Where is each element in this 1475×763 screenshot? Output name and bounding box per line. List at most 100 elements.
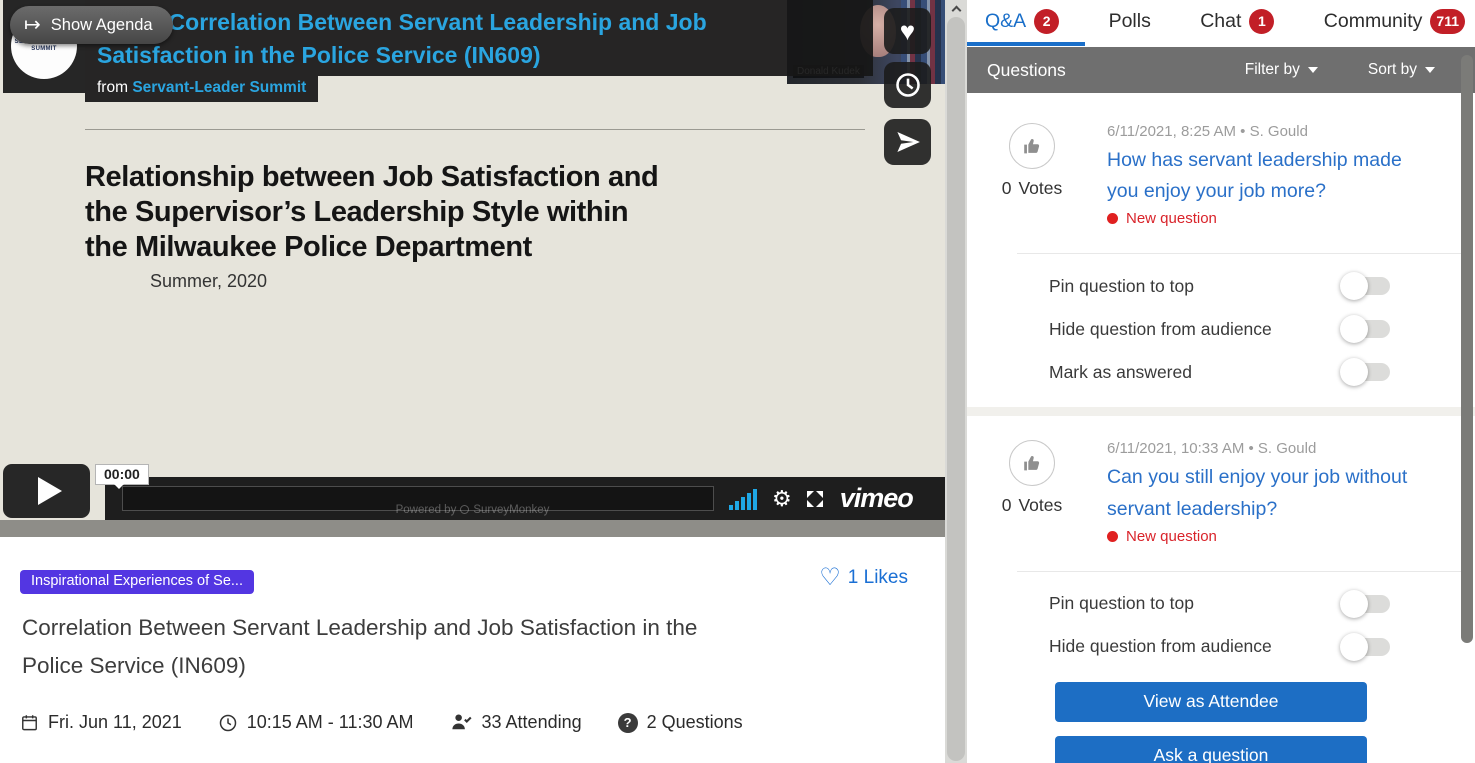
surveymonkey-icon bbox=[460, 505, 469, 514]
session-time: 10:15 AM - 11:30 AM bbox=[218, 712, 414, 733]
player-bottom-strip bbox=[0, 520, 945, 537]
pin-question-row: Pin question to top bbox=[1049, 275, 1394, 297]
pin-question-toggle[interactable] bbox=[1344, 595, 1390, 613]
mark-answered-toggle[interactable] bbox=[1344, 363, 1390, 381]
share-button[interactable] bbox=[884, 119, 931, 165]
toggle-knob bbox=[1340, 315, 1368, 343]
ask-a-question-button[interactable]: Ask a question bbox=[1055, 736, 1367, 763]
sort-by-label: Sort by bbox=[1368, 61, 1417, 79]
filter-by-label: Filter by bbox=[1245, 61, 1300, 79]
upvote-button[interactable] bbox=[1009, 123, 1055, 169]
like-video-button[interactable]: ♥ bbox=[884, 8, 931, 54]
toggle-knob bbox=[1340, 590, 1368, 618]
tab-chat-label: Chat bbox=[1200, 10, 1241, 33]
panel-tabs: Q&A 2 Polls Chat 1 Community 711 bbox=[967, 0, 1475, 42]
video-title-bar: ISLS - Correlation Between Servant Leade… bbox=[85, 0, 873, 76]
vote-label: Votes bbox=[1018, 495, 1062, 516]
tab-polls-label: Polls bbox=[1109, 10, 1151, 33]
calendar-icon bbox=[20, 713, 39, 732]
hide-question-row: Hide question from audience bbox=[1049, 636, 1394, 658]
powered-by-label: Powered by bbox=[396, 504, 457, 516]
view-as-attendee-button[interactable]: View as Attendee bbox=[1055, 682, 1367, 722]
tab-chat[interactable]: Chat 1 bbox=[1200, 9, 1274, 34]
pin-question-toggle[interactable] bbox=[1344, 277, 1390, 295]
video-player[interactable]: Relationship between Job Satisfaction an… bbox=[0, 0, 945, 537]
vote-count: 0 Votes bbox=[1002, 178, 1063, 199]
from-label: from bbox=[97, 79, 128, 96]
sort-by-dropdown[interactable]: Sort by bbox=[1368, 61, 1435, 79]
session-meta: Fri. Jun 11, 2021 10:15 AM - 11:30 AM 33… bbox=[20, 711, 743, 734]
panel-actions: View as Attendee Ask a question bbox=[967, 682, 1475, 763]
session-time-text: 10:15 AM - 11:30 AM bbox=[247, 712, 414, 733]
chat-count-badge: 1 bbox=[1249, 9, 1274, 34]
hide-question-label: Hide question from audience bbox=[1049, 636, 1272, 657]
likes-count: 1 Likes bbox=[848, 567, 908, 589]
moderation-toggles: Pin question to top Hide question from a… bbox=[967, 593, 1475, 658]
questions-header-title: Questions bbox=[987, 60, 1066, 81]
watch-later-button[interactable] bbox=[884, 62, 931, 108]
tab-community[interactable]: Community 711 bbox=[1324, 9, 1465, 34]
pin-question-label: Pin question to top bbox=[1049, 276, 1194, 297]
qa-count-badge: 2 bbox=[1034, 9, 1059, 34]
panel-scrollbar-thumb[interactable] bbox=[1461, 55, 1473, 643]
clock-icon bbox=[894, 71, 922, 99]
powered-by-brand: SurveyMonkey bbox=[473, 504, 549, 516]
questions-header-bar: Questions Filter by Sort by bbox=[967, 47, 1475, 93]
slide-divider bbox=[85, 129, 865, 130]
question-circle-icon: ? bbox=[618, 713, 638, 733]
new-dot-icon bbox=[1107, 213, 1118, 224]
question-text[interactable]: Can you still enjoy your job without ser… bbox=[1107, 462, 1447, 524]
session-date: Fri. Jun 11, 2021 bbox=[20, 712, 182, 733]
question-divider bbox=[1017, 571, 1467, 572]
new-dot-icon bbox=[1107, 531, 1118, 542]
toggle-knob bbox=[1340, 358, 1368, 386]
hide-question-toggle[interactable] bbox=[1344, 320, 1390, 338]
mark-answered-label: Mark as answered bbox=[1049, 362, 1192, 383]
question-text[interactable]: How has servant leadership made you enjo… bbox=[1107, 145, 1447, 207]
session-attending: 33 Attending bbox=[450, 711, 582, 734]
session-questions: ? 2 Questions bbox=[618, 712, 743, 733]
session-title: Correlation Between Servant Leadership a… bbox=[22, 609, 697, 686]
pin-question-row: Pin question to top bbox=[1049, 593, 1394, 615]
vote-label: Votes bbox=[1018, 178, 1062, 199]
filter-by-dropdown[interactable]: Filter by bbox=[1245, 61, 1318, 79]
question-body: 6/11/2021, 8:25 AM • S. Gould How has se… bbox=[1067, 123, 1447, 227]
question-status: New question bbox=[1107, 528, 1447, 545]
hide-question-toggle[interactable] bbox=[1344, 638, 1390, 656]
question-meta: 6/11/2021, 10:33 AM • S. Gould bbox=[1107, 440, 1447, 457]
question-body: 6/11/2021, 10:33 AM • S. Gould Can you s… bbox=[1067, 440, 1447, 544]
hide-question-row: Hide question from audience bbox=[1049, 318, 1394, 340]
question-status-label: New question bbox=[1126, 528, 1217, 545]
pin-question-label: Pin question to top bbox=[1049, 593, 1194, 614]
tab-community-label: Community bbox=[1324, 10, 1423, 33]
page-scrollbar[interactable] bbox=[945, 0, 967, 763]
video-byline: from Servant-Leader Summit bbox=[85, 76, 318, 102]
upvote-button[interactable] bbox=[1009, 440, 1055, 486]
agenda-arrow-icon: ↦ bbox=[24, 15, 41, 35]
session-attending-text: 33 Attending bbox=[482, 712, 582, 733]
tab-polls[interactable]: Polls bbox=[1109, 10, 1151, 33]
caret-down-icon bbox=[1425, 67, 1435, 78]
section-separator bbox=[967, 407, 1475, 416]
show-agenda-button[interactable]: ↦ Show Agenda bbox=[10, 6, 173, 44]
channel-link[interactable]: Servant-Leader Summit bbox=[132, 79, 306, 96]
vote-number: 0 bbox=[1002, 495, 1012, 516]
play-icon bbox=[38, 477, 62, 505]
slide-title: Relationship between Job Satisfaction an… bbox=[85, 160, 785, 264]
heart-icon: ♥ bbox=[900, 18, 915, 44]
moderation-toggles: Pin question to top Hide question from a… bbox=[967, 275, 1475, 383]
scrollbar-thumb[interactable] bbox=[947, 17, 965, 761]
tab-qa[interactable]: Q&A 2 bbox=[985, 9, 1059, 34]
vote-column: 0 Votes bbox=[997, 123, 1067, 227]
scroll-up-button[interactable] bbox=[945, 0, 967, 17]
likes-button[interactable]: ♡ 1 Likes bbox=[819, 566, 908, 590]
hide-question-label: Hide question from audience bbox=[1049, 319, 1272, 340]
community-count-badge: 711 bbox=[1430, 9, 1465, 34]
video-title[interactable]: ISLS - Correlation Between Servant Leade… bbox=[97, 6, 861, 71]
toggle-knob bbox=[1340, 272, 1368, 300]
session-date-text: Fri. Jun 11, 2021 bbox=[48, 712, 182, 733]
attendee-icon bbox=[450, 711, 473, 734]
toggle-knob bbox=[1340, 633, 1368, 661]
powered-by: Powered by SurveyMonkey bbox=[0, 504, 945, 516]
paper-plane-icon bbox=[895, 129, 921, 155]
